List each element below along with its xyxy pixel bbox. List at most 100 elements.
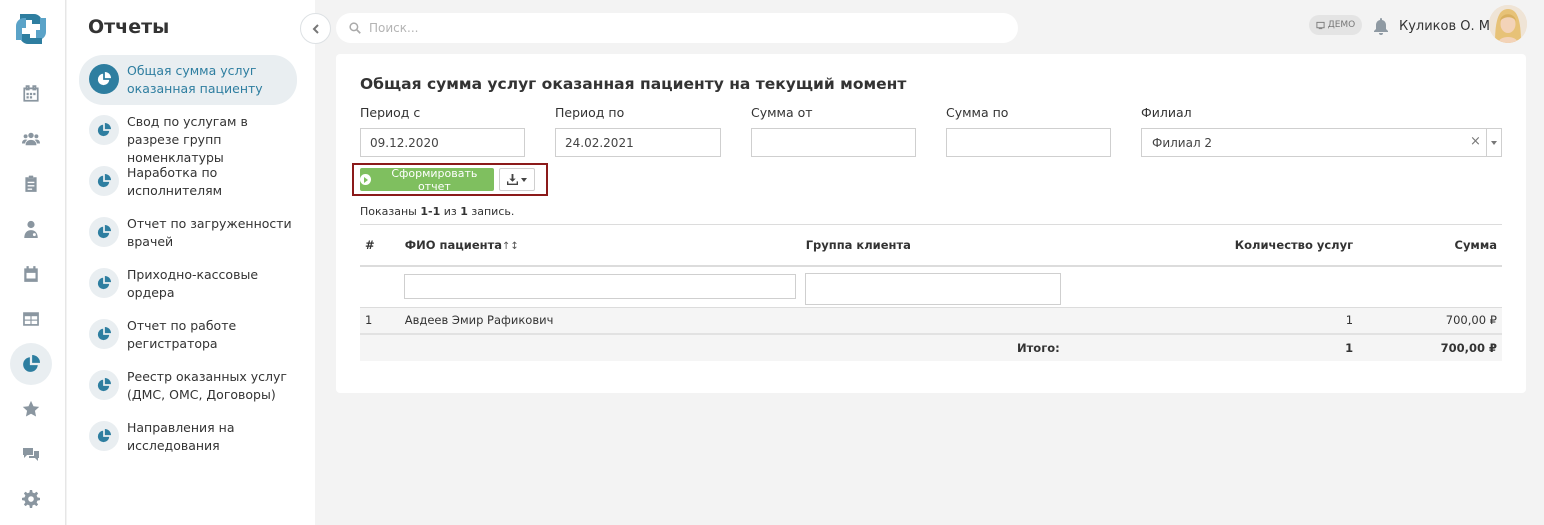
table-icon[interactable]: [10, 298, 52, 340]
chevron-down-icon[interactable]: [1491, 141, 1497, 145]
table-header-row: # ФИО пациента↑↕ Группа клиента Количест…: [360, 224, 1502, 267]
doctor-icon[interactable]: [10, 208, 52, 250]
collapse-menu-button[interactable]: [300, 13, 331, 44]
pie-chart-icon: [89, 319, 119, 349]
pie-chart-icon: [89, 115, 119, 145]
column-header-patient[interactable]: ФИО пациента↑↕: [399, 224, 801, 267]
summary-prefix: Показаны: [360, 205, 421, 218]
filter-cell-empty: [360, 265, 400, 308]
header-sum-label: Сумма: [1454, 237, 1498, 252]
cell-num: 1: [360, 307, 400, 335]
sum-from-input[interactable]: [751, 128, 916, 157]
export-dropdown-button[interactable]: [499, 168, 535, 191]
summary-range: 1-1: [420, 205, 441, 218]
total-sum: 700,00 ₽: [1358, 333, 1502, 361]
table-filter-row: [360, 265, 1502, 308]
filter-cell-count: [1064, 265, 1359, 308]
sum-from-label: Сумма от: [751, 105, 813, 120]
cell-group: [800, 307, 1065, 335]
period-from-input[interactable]: [360, 128, 525, 157]
select-divider: [1486, 129, 1487, 156]
report-title: Общая сумма услуг оказанная пациенту на …: [360, 75, 907, 93]
pie-chart-icon: [89, 370, 119, 400]
summary-middle: из: [440, 205, 461, 218]
chat-icon[interactable]: [10, 433, 52, 475]
main-navigation-rail: [0, 0, 66, 525]
menu-item-services-by-groups[interactable]: Свод по услугам в разрезе групп номенкла…: [79, 106, 297, 165]
total-count: 1: [1064, 333, 1359, 361]
chevron-down-icon: [521, 177, 527, 182]
pie-chart-icon: [89, 166, 119, 196]
demo-badge: ДЕМО: [1309, 15, 1362, 35]
filter-cell-sum: [1358, 265, 1502, 308]
header-patient-label: ФИО пациента: [404, 237, 503, 252]
total-cell-empty: [360, 333, 400, 361]
chevron-left-icon: [312, 23, 319, 34]
table-total-row: Итого: 1 700,00 ₽: [360, 333, 1502, 361]
total-cell-empty: [399, 333, 801, 361]
total-label: Итого:: [800, 333, 1065, 361]
generate-report-button[interactable]: Сформировать отчет: [360, 166, 494, 193]
user-avatar[interactable]: [1489, 5, 1527, 43]
menu-item-services-registry[interactable]: Реестр оказанных услуг (ДМС, ОМС, Догово…: [79, 361, 297, 411]
star-icon[interactable]: [10, 388, 52, 430]
menu-item-cash-orders[interactable]: Приходно-кассовые ордера: [79, 259, 297, 309]
menu-item-label: Реестр оказанных услуг (ДМС, ОМС, Догово…: [127, 369, 287, 402]
menu-item-label: Наработка по исполнителям: [127, 165, 223, 198]
demo-badge-label: ДЕМО: [1327, 20, 1356, 30]
sum-to-input[interactable]: [946, 128, 1111, 157]
period-from-label: Период с: [360, 105, 421, 120]
summary-suffix: запись.: [467, 205, 515, 218]
menu-title: Отчеты: [88, 16, 170, 38]
results-summary: Показаны 1-1 из 1 запись.: [360, 205, 514, 218]
calendar-icon[interactable]: [10, 73, 52, 115]
report-table: # ФИО пациента↑↕ Группа клиента Количест…: [360, 224, 1502, 361]
menu-item-label: Приходно-кассовые ордера: [127, 267, 259, 300]
generate-report-label: Сформировать отчет: [391, 166, 478, 193]
sum-to-label: Сумма по: [946, 105, 1009, 120]
pie-chart-icon: [89, 64, 119, 94]
patients-icon[interactable]: [10, 118, 52, 160]
header-num-label: #: [365, 237, 375, 252]
sort-icon[interactable]: ↑↕: [502, 241, 519, 252]
table-row[interactable]: 1 Авдеев Эмир Рафикович 1 700,00 ₽: [360, 307, 1502, 335]
patient-filter-input[interactable]: [403, 274, 796, 300]
header-group-label: Группа клиента: [805, 237, 911, 252]
search-input[interactable]: [369, 13, 999, 43]
reports-icon[interactable]: [10, 343, 52, 385]
global-search: [336, 13, 1018, 43]
notifications-bell-icon[interactable]: [1373, 17, 1389, 35]
column-header-group: Группа клиента: [800, 224, 1065, 267]
clear-branch-icon[interactable]: ×: [1470, 134, 1481, 149]
menu-item-label: Отчет по загруженности врачей: [127, 216, 292, 249]
menu-item-registrar-work[interactable]: Отчет по работе регистратора: [79, 310, 297, 360]
branch-select-value: Филиал 2: [1152, 136, 1213, 150]
menu-item-performers-output[interactable]: Наработка по исполнителям: [79, 157, 297, 207]
group-filter-input[interactable]: [804, 272, 1061, 305]
download-icon: [507, 174, 518, 185]
user-name[interactable]: Куликов О. М.: [1399, 19, 1494, 34]
cell-count: 1: [1064, 307, 1359, 335]
cell-sum: 700,00 ₽: [1358, 307, 1502, 335]
filter-cell-group: [800, 265, 1065, 308]
menu-item-total-services-sum[interactable]: Общая сумма услуг оказанная пациенту: [79, 55, 297, 105]
pie-chart-icon: [89, 217, 119, 247]
clipboard-icon[interactable]: [10, 163, 52, 205]
summary-total: 1: [460, 205, 468, 218]
period-to-input[interactable]: [555, 128, 721, 157]
search-icon: [349, 22, 361, 34]
branch-label: Филиал: [1141, 105, 1192, 120]
column-header-num: #: [360, 224, 400, 267]
branch-select[interactable]: Филиал 2 ×: [1141, 128, 1502, 157]
menu-item-research-referrals[interactable]: Направления на исследования: [79, 412, 297, 462]
demo-icon: [1316, 21, 1325, 29]
play-icon: [360, 174, 371, 185]
schedule-icon[interactable]: [10, 253, 52, 295]
column-header-sum: Сумма: [1358, 224, 1502, 267]
header-count-label: Количество услуг: [1234, 237, 1354, 252]
menu-item-label: Отчет по работе регистратора: [127, 318, 237, 351]
settings-icon[interactable]: [10, 478, 52, 520]
menu-item-doctors-load[interactable]: Отчет по загруженности врачей: [79, 208, 297, 258]
menu-item-label: Общая сумма услуг оказанная пациенту: [127, 63, 263, 96]
app-logo[interactable]: [12, 10, 50, 48]
